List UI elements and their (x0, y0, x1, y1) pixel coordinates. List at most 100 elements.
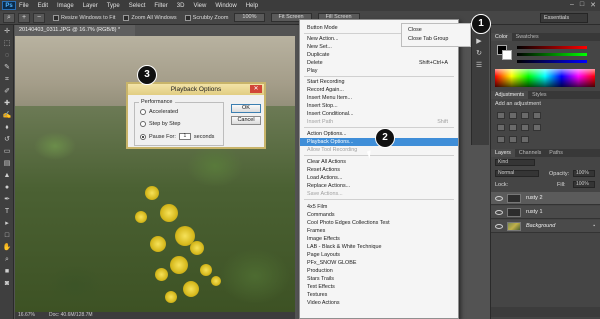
pause-seconds-input[interactable]: 1 (178, 133, 191, 140)
menu-item-action-set[interactable]: Frames (300, 227, 458, 235)
menu-item-save-actions[interactable]: Save Actions... (300, 190, 458, 198)
history-brush-icon[interactable]: ↺ (2, 135, 12, 145)
tab-styles[interactable]: Styles (528, 91, 550, 99)
close-icon[interactable]: ✕ (590, 1, 596, 9)
menu-item-action-set[interactable]: 4x5 Film (300, 203, 458, 211)
move-tool-icon[interactable]: ✛ (2, 27, 12, 37)
blend-mode-select[interactable]: Normal (495, 170, 539, 177)
menu-item-reset-actions[interactable]: Reset Actions (300, 166, 458, 174)
radio-button[interactable] (140, 121, 146, 127)
pen-tool-icon[interactable]: ✒ (2, 195, 12, 205)
menu-layer[interactable]: Layer (83, 3, 98, 9)
layer-row[interactable]: rusty 2 (491, 192, 600, 205)
foreground-background-icon[interactable]: ■ (2, 267, 12, 277)
menu-item-action-set[interactable]: Page Layouts (300, 251, 458, 259)
eyedropper-tool-icon[interactable]: ✐ (2, 87, 12, 97)
tab-adjustments[interactable]: Adjustments (491, 91, 529, 99)
crop-tool-icon[interactable]: ⌗ (2, 75, 12, 85)
menu-window[interactable]: Window (215, 3, 236, 9)
checkbox-box[interactable] (184, 14, 191, 21)
menu-help[interactable]: Help (246, 3, 258, 9)
pause-for-option[interactable]: Pause For: 1 seconds (140, 133, 214, 140)
checkbox-box[interactable] (123, 14, 130, 21)
menu-item-action-set[interactable]: Text Effects (300, 283, 458, 291)
menu-item-insert-menu-item[interactable]: Insert Menu Item... (300, 94, 458, 102)
layer-row[interactable]: Background ▪ (491, 220, 600, 233)
menu-item-insert-path[interactable]: Insert Path Shift (300, 118, 458, 126)
menu-item-close-tab-group[interactable]: Close Tab Group (408, 36, 448, 42)
brightness-contrast-icon[interactable] (497, 112, 505, 119)
history-panel-icon[interactable]: ↻ (474, 49, 484, 59)
fill-input[interactable]: 100% (573, 181, 595, 188)
background-color-swatch[interactable] (502, 50, 512, 60)
curves-icon[interactable] (521, 112, 529, 119)
menu-image[interactable]: Image (57, 3, 74, 9)
invert-icon[interactable] (497, 136, 505, 143)
zoom-100-button[interactable]: 100% (234, 13, 265, 22)
menu-item-play[interactable]: Play (300, 67, 458, 75)
healing-brush-icon[interactable]: ✚ (2, 99, 12, 109)
radio-button[interactable] (140, 109, 146, 115)
menu-item-action-set[interactable]: Cool Photo Edges Collections Test (300, 219, 458, 227)
menu-item-insert-conditional[interactable]: Insert Conditional... (300, 110, 458, 118)
clone-stamp-icon[interactable]: ⬧ (2, 123, 12, 133)
menu-item-delete[interactable]: Delete Shift+Ctrl+A (300, 59, 458, 67)
marquee-tool-icon[interactable]: ⬚ (2, 39, 12, 49)
menu-item-action-set[interactable]: PFx_SNOW GLOBE (300, 259, 458, 267)
tab-layers[interactable]: Layers (491, 149, 515, 157)
type-tool-icon[interactable]: T (2, 207, 12, 217)
minimize-icon[interactable]: – (570, 1, 574, 9)
menu-item-insert-stop[interactable]: Insert Stop... (300, 102, 458, 110)
blur-tool-icon[interactable]: ▲ (2, 171, 12, 181)
layer-row[interactable]: rusty 1 (491, 206, 600, 219)
menu-item-duplicate[interactable]: Duplicate (300, 51, 458, 59)
red-slider[interactable] (517, 46, 587, 49)
zoom-all-windows-checkbox[interactable]: Zoom All Windows (123, 14, 177, 21)
black-white-icon[interactable] (533, 124, 541, 131)
radio-button-selected[interactable] (140, 133, 146, 140)
opacity-input[interactable]: 100% (573, 170, 595, 177)
brush-tool-icon[interactable]: ✍ (2, 111, 12, 121)
menu-item-action-set[interactable]: Image Effects (300, 235, 458, 243)
shape-tool-icon[interactable]: □ (2, 231, 12, 241)
scrubby-zoom-checkbox[interactable]: Scrubby Zoom (184, 14, 228, 21)
tab-color[interactable]: Color (491, 33, 512, 41)
menu-filter[interactable]: Filter (154, 3, 167, 9)
zoom-level[interactable]: 16.67% (18, 312, 35, 319)
quick-mask-icon[interactable]: ◙ (2, 279, 12, 289)
menu-item-replace-actions[interactable]: Replace Actions... (300, 182, 458, 190)
maximize-icon[interactable]: □ (580, 1, 584, 9)
menu-item-action-set[interactable]: Stars Trails (300, 275, 458, 283)
menu-file[interactable]: File (19, 3, 29, 9)
hand-tool-icon[interactable]: ✋ (2, 243, 12, 253)
menu-item-action-set[interactable]: Video Actions (300, 299, 458, 307)
vibrance-icon[interactable] (497, 124, 505, 131)
menu-item-close[interactable]: Close (408, 27, 422, 33)
eraser-tool-icon[interactable]: ▭ (2, 147, 12, 157)
lasso-tool-icon[interactable]: ◌ (2, 51, 12, 61)
menu-item-action-set[interactable]: Production (300, 267, 458, 275)
color-balance-icon[interactable] (521, 124, 529, 131)
layer-kind-filter[interactable]: Kind (495, 159, 535, 166)
color-spectrum[interactable] (495, 69, 595, 87)
menu-3d[interactable]: 3D (177, 3, 185, 9)
workspace-select[interactable]: Essentials (540, 13, 588, 23)
actions-panel-icon[interactable]: ▶ (474, 37, 484, 47)
posterize-icon[interactable] (509, 136, 517, 143)
gradient-tool-icon[interactable]: ▤ (2, 159, 12, 169)
menu-item-load-actions[interactable]: Load Actions... (300, 174, 458, 182)
levels-icon[interactable] (509, 112, 517, 119)
properties-panel-icon[interactable]: ☰ (474, 61, 484, 71)
menu-view[interactable]: View (193, 3, 206, 9)
zoom-tool-icon[interactable]: ⌕ (2, 255, 12, 265)
accelerated-option[interactable]: Accelerated (140, 109, 178, 115)
zoom-out-icon[interactable]: − (33, 12, 45, 23)
path-select-icon[interactable]: ▸ (2, 219, 12, 229)
close-icon[interactable]: ✕ (250, 85, 262, 93)
menu-type[interactable]: Type (107, 3, 120, 9)
menu-item-action-set[interactable]: Textures (300, 291, 458, 299)
zoom-in-icon[interactable]: + (18, 12, 30, 23)
exposure-icon[interactable] (533, 112, 541, 119)
menu-item-action-set[interactable]: LAB - Black & White Technique (300, 243, 458, 251)
quick-select-tool-icon[interactable]: ✎ (2, 63, 12, 73)
